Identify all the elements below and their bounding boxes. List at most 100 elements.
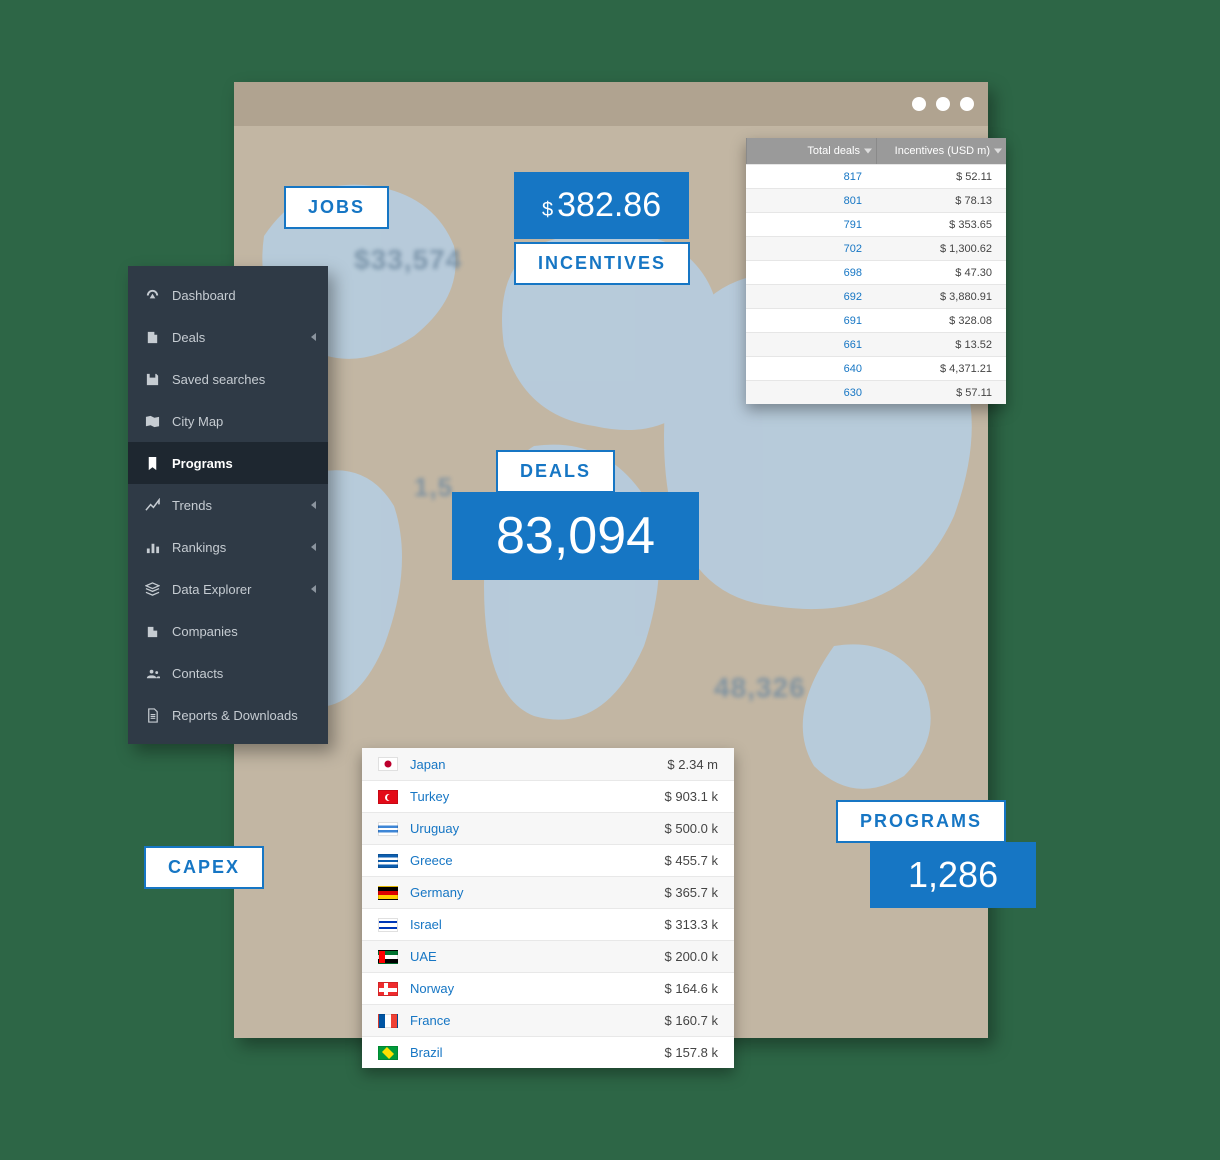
sort-desc-icon[interactable] (864, 149, 872, 154)
sidebar-item-saved-searches[interactable]: Saved searches (128, 358, 328, 400)
sidebar-item-rankings[interactable]: Rankings (128, 526, 328, 568)
sort-desc-icon[interactable] (994, 149, 1002, 154)
cell-incentives: $ 57.11 (876, 387, 1006, 399)
table-row[interactable]: Turkey$ 903.1 k (362, 780, 734, 812)
cell-country: UAE (410, 949, 665, 964)
sidebar-item-reports-downloads[interactable]: Reports & Downloads (128, 694, 328, 736)
column-incentives[interactable]: Incentives (USD m) (876, 138, 1006, 164)
table-row[interactable]: 817$ 52.11 (746, 164, 1006, 188)
sidebar-item-label: Contacts (172, 666, 223, 681)
window-control-dot[interactable] (912, 97, 926, 111)
table-row[interactable]: 640$ 4,371.21 (746, 356, 1006, 380)
table-row[interactable]: Brazil$ 157.8 k (362, 1036, 734, 1068)
cell-amount: $ 2.34 m (667, 757, 718, 772)
table-row[interactable]: Greece$ 455.7 k (362, 844, 734, 876)
cell-amount: $ 455.7 k (665, 853, 719, 868)
table-row[interactable]: 702$ 1,300.62 (746, 236, 1006, 260)
table-row[interactable]: 698$ 47.30 (746, 260, 1006, 284)
chevron-left-icon (311, 585, 316, 593)
bookmark-icon (144, 455, 160, 471)
cell-total-deals: 698 (746, 267, 876, 279)
cell-incentives: $ 3,880.91 (876, 291, 1006, 303)
sidebar-item-contacts[interactable]: Contacts (128, 652, 328, 694)
incentives-amount: 382.86 (557, 186, 661, 225)
table-row[interactable]: Japan$ 2.34 m (362, 748, 734, 780)
cell-country: Brazil (410, 1045, 665, 1060)
layers-icon (144, 581, 160, 597)
sidebar-item-label: Companies (172, 624, 238, 639)
flag-gr-icon (378, 854, 398, 868)
flag-il-icon (378, 918, 398, 932)
cell-amount: $ 160.7 k (665, 1013, 719, 1028)
table-row[interactable]: UAE$ 200.0 k (362, 940, 734, 972)
flag-tr-icon (378, 790, 398, 804)
sidebar-item-city-map[interactable]: City Map (128, 400, 328, 442)
map-icon (144, 413, 160, 429)
sidebar-item-dashboard[interactable]: Dashboard (128, 274, 328, 316)
chevron-left-icon (311, 333, 316, 341)
table-row[interactable]: 692$ 3,880.91 (746, 284, 1006, 308)
cell-incentives: $ 47.30 (876, 267, 1006, 279)
sidebar-item-programs[interactable]: Programs (128, 442, 328, 484)
map-figure: $33,574 (354, 244, 462, 276)
table-row[interactable]: France$ 160.7 k (362, 1004, 734, 1036)
sidebar-nav: Dashboard Deals Saved searches City Map Prog… (128, 266, 328, 744)
cell-country: Japan (410, 757, 667, 772)
cell-total-deals: 791 (746, 219, 876, 231)
cell-incentives: $ 13.52 (876, 339, 1006, 351)
sidebar-item-trends[interactable]: Trends (128, 484, 328, 526)
flag-ae-icon (378, 950, 398, 964)
cell-amount: $ 500.0 k (665, 821, 719, 836)
window-control-dot[interactable] (960, 97, 974, 111)
table-row[interactable]: Norway$ 164.6 k (362, 972, 734, 1004)
dashboard-icon (144, 287, 160, 303)
sidebar-item-label: Saved searches (172, 372, 265, 387)
column-label: Total deals (807, 145, 860, 157)
contacts-icon (144, 665, 160, 681)
table-row[interactable]: Israel$ 313.3 k (362, 908, 734, 940)
cell-incentives: $ 52.11 (876, 171, 1006, 183)
cell-country: France (410, 1013, 665, 1028)
sidebar-item-label: Dashboard (172, 288, 236, 303)
column-total-deals[interactable]: Total deals (746, 138, 876, 164)
cell-total-deals: 817 (746, 171, 876, 183)
country-incentives-table: Japan$ 2.34 mTurkey$ 903.1 kUruguay$ 500… (362, 748, 734, 1068)
company-icon (144, 623, 160, 639)
window-control-dot[interactable] (936, 97, 950, 111)
cell-amount: $ 164.6 k (665, 981, 719, 996)
flag-uy-icon (378, 822, 398, 836)
cell-total-deals: 630 (746, 387, 876, 399)
sidebar-item-label: Data Explorer (172, 582, 251, 597)
table-row[interactable]: 791$ 353.65 (746, 212, 1006, 236)
cell-country: Germany (410, 885, 665, 900)
flag-de-icon (378, 886, 398, 900)
sidebar-item-data-explorer[interactable]: Data Explorer (128, 568, 328, 610)
cell-total-deals: 661 (746, 339, 876, 351)
sidebar-item-label: City Map (172, 414, 223, 429)
cell-country: Norway (410, 981, 665, 996)
cell-amount: $ 200.0 k (665, 949, 719, 964)
deals-label: DEALS (496, 450, 615, 493)
sidebar-item-companies[interactable]: Companies (128, 610, 328, 652)
table-row[interactable]: 630$ 57.11 (746, 380, 1006, 404)
cell-country: Israel (410, 917, 665, 932)
cell-amount: $ 313.3 k (665, 917, 719, 932)
cell-total-deals: 692 (746, 291, 876, 303)
table-row[interactable]: 801$ 78.13 (746, 188, 1006, 212)
sidebar-item-label: Deals (172, 330, 205, 345)
flag-no-icon (378, 982, 398, 996)
cell-total-deals: 801 (746, 195, 876, 207)
cell-country: Greece (410, 853, 665, 868)
map-figure: 48,326 (714, 672, 806, 704)
sidebar-item-label: Trends (172, 498, 212, 513)
table-row[interactable]: Uruguay$ 500.0 k (362, 812, 734, 844)
programs-value: 1,286 (870, 842, 1036, 908)
cell-amount: $ 157.8 k (665, 1045, 719, 1060)
column-label: Incentives (USD m) (895, 145, 990, 157)
currency-symbol: $ (542, 199, 553, 222)
sidebar-item-deals[interactable]: Deals (128, 316, 328, 358)
sidebar-item-label: Reports & Downloads (172, 708, 298, 723)
table-row[interactable]: 691$ 328.08 (746, 308, 1006, 332)
table-row[interactable]: Germany$ 365.7 k (362, 876, 734, 908)
table-row[interactable]: 661$ 13.52 (746, 332, 1006, 356)
